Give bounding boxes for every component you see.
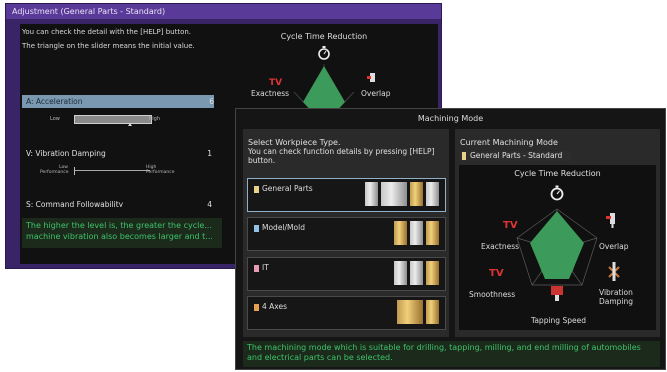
4-axes-tools-icon xyxy=(397,300,439,324)
current-mode-swatch xyxy=(462,152,466,160)
machining-mode-message: The machining mode which is suitable for… xyxy=(243,341,660,367)
general-parts-swatch xyxy=(254,186,259,193)
radar-label-vibration-damping: Vibration Damping xyxy=(599,288,634,306)
param-vibration-value: 1 xyxy=(207,149,212,158)
radar-area xyxy=(530,211,584,279)
slider-track xyxy=(74,170,150,171)
param-followability-label: S: Command Followability xyxy=(26,200,124,207)
model-mold-tools-icon xyxy=(394,221,439,245)
acceleration-slider[interactable]: Low High xyxy=(40,112,160,126)
adjustment-window-title: Adjustment (General Parts - Standard) xyxy=(6,4,441,19)
svg-text:TV: TV xyxy=(269,78,282,88)
radar-chart: Cycle Time Reduction TV TV Exactness Ove… xyxy=(459,165,656,330)
svg-text:TV: TV xyxy=(503,220,518,231)
mode-item-4-axes[interactable]: 4 Axes xyxy=(247,296,446,330)
radar-label-exactness: Exactness xyxy=(481,242,520,251)
machining-mode-title: Machining Mode xyxy=(417,114,484,123)
param-command-followability[interactable]: S: Command Followability 4 xyxy=(22,198,214,207)
general-parts-tools-icon xyxy=(365,182,439,206)
overlap-icon xyxy=(367,73,375,82)
stopwatch-icon xyxy=(550,185,564,201)
4-axes-swatch xyxy=(254,304,259,311)
adjustment-description: You can check the detail with the [HELP]… xyxy=(22,28,202,56)
workpiece-help-text: You can check function details by pressi… xyxy=(248,147,435,165)
adjustment-desc-line-1: You can check the detail with the [HELP]… xyxy=(22,28,192,36)
mode-item-label: IT xyxy=(262,263,269,272)
back-radar-label-exactness: Exactness xyxy=(251,89,289,98)
svg-text:TV: TV xyxy=(489,268,504,279)
mode-item-it[interactable]: IT xyxy=(247,257,446,291)
vibration-damping-icon xyxy=(608,262,620,281)
current-mode-header: Current Machining Mode xyxy=(460,138,558,147)
param-followability-value: 4 xyxy=(207,200,212,207)
adjustment-message: The higher the level is, the greater the… xyxy=(22,218,222,248)
it-swatch xyxy=(254,265,259,272)
workpiece-header: Select Workpiece Type. xyxy=(248,138,341,147)
initial-value-triangle-icon xyxy=(128,123,132,126)
mode-item-label: Model/Mold xyxy=(262,223,305,232)
it-tools-icon xyxy=(394,261,439,285)
param-acceleration-label: A: Acceleration xyxy=(26,97,83,106)
radar-label-overlap: Overlap xyxy=(599,242,629,251)
tapping-speed-icon xyxy=(551,286,563,301)
exactness-icon: TV xyxy=(503,220,518,231)
overlap-icon xyxy=(606,213,615,228)
model-mold-swatch xyxy=(254,225,259,232)
param-vibration-label: V: Vibration Damping xyxy=(26,149,106,158)
current-mode-value: General Parts - Standard xyxy=(460,151,570,161)
machining-mode-window: Machining Mode Select Workpiece Type. Yo… xyxy=(235,108,666,370)
smoothness-icon: TV xyxy=(489,268,504,279)
slider-high-label: High xyxy=(148,116,161,122)
exactness-icon: TV xyxy=(269,78,282,88)
vibration-slider[interactable]: Low Performance High Performance xyxy=(40,164,175,178)
param-acceleration[interactable]: A: Acceleration xyxy=(22,95,214,108)
workpiece-type-panel: Select Workpiece Type. You can check fun… xyxy=(243,129,449,337)
slider-bar xyxy=(74,115,152,124)
workpiece-description: Select Workpiece Type. You can check fun… xyxy=(248,138,448,165)
mode-item-general-parts[interactable]: General Parts xyxy=(247,178,446,212)
slider-thumb xyxy=(74,167,77,175)
current-mode-label: General Parts - Standard xyxy=(470,151,563,160)
radar-label-tapping-speed: Tapping Speed xyxy=(531,316,586,325)
slider-low-label: Low xyxy=(50,116,60,122)
param-vibration-damping[interactable]: V: Vibration Damping 1 xyxy=(22,147,214,160)
adjustment-desc-line-2: The triangle on the slider means the ini… xyxy=(22,42,195,50)
current-mode-panel: Current Machining Mode General Parts - S… xyxy=(455,129,660,337)
mode-item-label: 4 Axes xyxy=(262,302,288,311)
param-acceleration-value-wrap: 6 xyxy=(196,95,216,108)
radar-label-smoothness: Smoothness xyxy=(469,290,516,299)
mode-item-model-mold[interactable]: Model/Mold xyxy=(247,217,446,251)
slider-high-label: High Performance xyxy=(146,165,175,175)
back-radar-label-overlap: Overlap xyxy=(361,89,391,98)
param-acceleration-value: 6 xyxy=(209,97,214,106)
slider-low-label: Low Performance xyxy=(40,165,69,175)
stopwatch-icon xyxy=(318,46,330,60)
mode-item-label: General Parts xyxy=(262,184,313,193)
